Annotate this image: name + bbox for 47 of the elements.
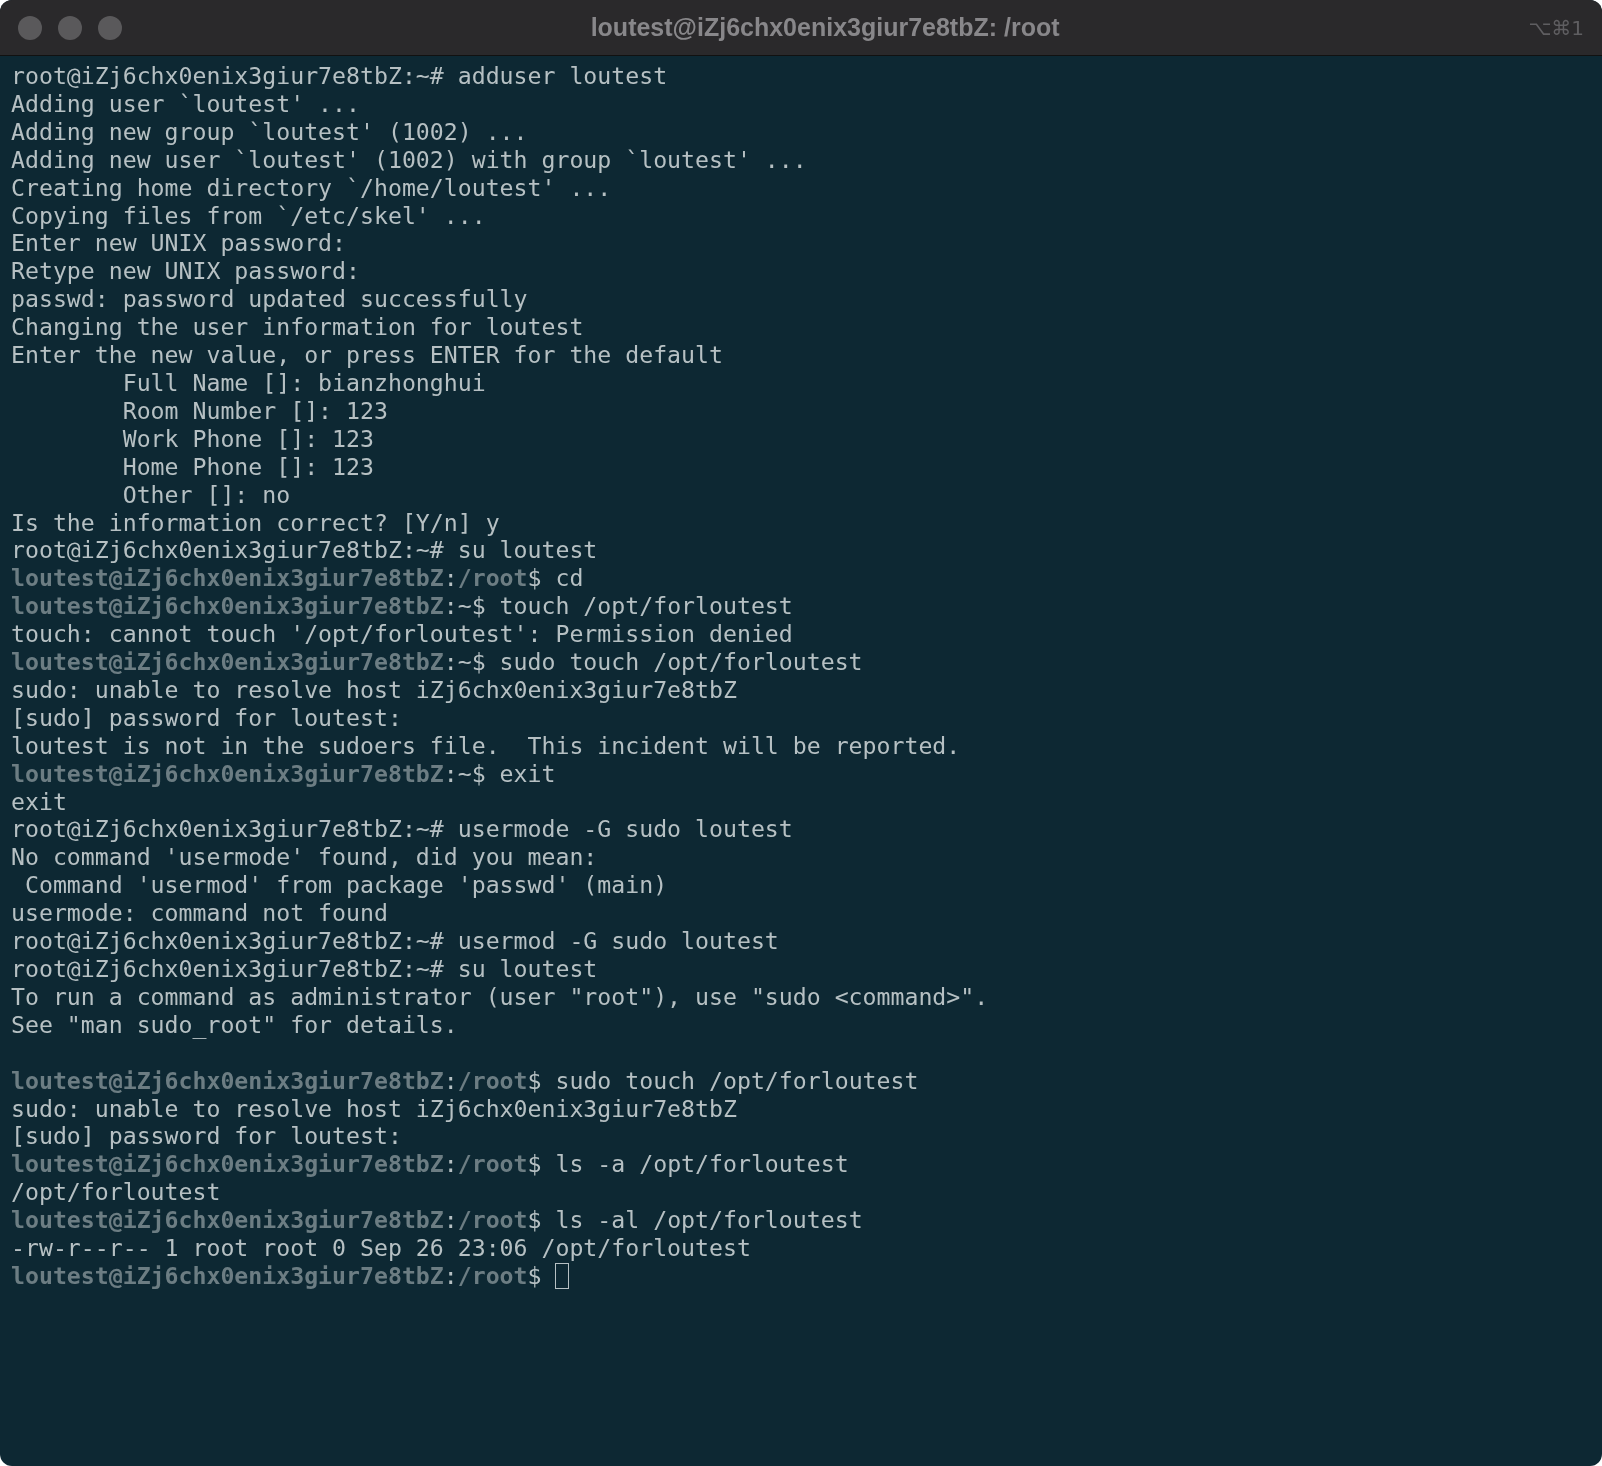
terminal-line: loutest@iZj6chx0enix3giur7e8tbZ:/root$ ls -al /opt/forloutest: [11, 1206, 863, 1235]
terminal-line: Creating home directory `/home/loutest' ...: [11, 173, 612, 202]
terminal-line: Adding user `loutest' ...: [11, 89, 360, 118]
terminal-line: Is the information correct? [Y/n] y: [11, 508, 500, 537]
terminal-line: loutest@iZj6chx0enix3giur7e8tbZ:~$ sudo touch /opt/forloutest: [11, 648, 863, 676]
terminal-line: exit: [11, 787, 67, 816]
terminal-line: root@iZj6chx0enix3giur7e8tbZ:~# usermod -G sudo loutest: [11, 927, 779, 955]
terminal-line: No command 'usermode' found, did you mean:: [11, 843, 598, 872]
terminal-line: /opt/forloutest: [11, 1178, 221, 1207]
terminal-line: Adding new user `loutest' (1002) with group `loutest' ...: [11, 145, 807, 174]
minimize-button[interactable]: [58, 15, 82, 40]
terminal-line: Full Name []: bianzhonghui: [121, 368, 486, 397]
terminal-line: loutest@iZj6chx0enix3giur7e8tbZ:/root$: [11, 1261, 543, 1290]
terminal-line: Work Phone []: 123: [121, 424, 374, 453]
terminal-line: Home Phone []: 123: [121, 452, 374, 481]
terminal-line: loutest is not in the sudoers file. This incident will be reported.: [11, 731, 961, 760]
terminal-line: loutest@iZj6chx0enix3giur7e8tbZ:~$ touch /opt/forloutest: [11, 592, 793, 621]
terminal-line: See "man sudo_root" for details.: [11, 1010, 458, 1039]
terminal-line: sudo: unable to resolve host iZj6chx0enix3giur7e8tbZ: [11, 1094, 737, 1123]
terminal-line: Other []: no: [121, 480, 291, 509]
terminal-line: sudo: unable to resolve host iZj6chx0enix3giur7e8tbZ: [11, 675, 737, 704]
terminal-line: Adding new group `loutest' (1002) ...: [11, 117, 528, 146]
terminal-line: usermode: command not found: [11, 899, 388, 928]
terminal-line: Copying files from `/etc/skel' ...: [11, 201, 486, 230]
terminal-line: loutest@iZj6chx0enix3giur7e8tbZ:~$ exit: [11, 759, 556, 788]
terminal-line: Enter new UNIX password:: [11, 229, 347, 258]
terminal-line: Retype new UNIX password:: [11, 257, 360, 286]
terminal-line: loutest@iZj6chx0enix3giur7e8tbZ:/root$ cd: [11, 564, 584, 593]
terminal-line: To run a command as administrator (user "root"), use "sudo <command>".: [11, 982, 989, 1011]
terminal-line: -rw-r--r-- 1 root root 0 Sep 26 23:06 /opt/forloutest: [11, 1234, 751, 1262]
terminal-line: root@iZj6chx0enix3giur7e8tbZ:~# su loutest: [11, 536, 598, 565]
terminal-line: root@iZj6chx0enix3giur7e8tbZ:~# adduser loutest: [11, 62, 668, 90]
terminal-line: touch: cannot touch '/opt/forloutest': Permission denied: [11, 620, 793, 649]
terminal-line: loutest@iZj6chx0enix3giur7e8tbZ:/root$ ls -a /opt/forloutest: [11, 1150, 849, 1179]
terminal-line: Command 'usermod' from package 'passwd' (main): [23, 871, 668, 900]
terminal-line: root@iZj6chx0enix3giur7e8tbZ:~# usermode -G sudo loutest: [11, 815, 793, 844]
terminal-line: root@iZj6chx0enix3giur7e8tbZ:~# su loutest: [11, 955, 598, 983]
zoom-button[interactable]: [98, 15, 122, 40]
terminal-line: Enter the new value, or press ENTER for the default: [11, 341, 723, 369]
terminal-line: passwd: password updated successfully: [11, 285, 528, 314]
terminal-line: loutest@iZj6chx0enix3giur7e8tbZ:/root$ sudo touch /opt/forloutest: [11, 1066, 919, 1095]
terminal-line: Room Number []: 123: [121, 396, 388, 425]
close-button[interactable]: [18, 15, 42, 40]
terminal-line: Changing the user information for loutest: [11, 313, 584, 342]
terminal-line: [sudo] password for loutest:: [11, 1122, 402, 1151]
window-title: loutest@iZj6chx0enix3giur7e8tbZ: /root: [589, 13, 1061, 42]
terminal-line: [sudo] password for loutest:: [11, 703, 402, 732]
